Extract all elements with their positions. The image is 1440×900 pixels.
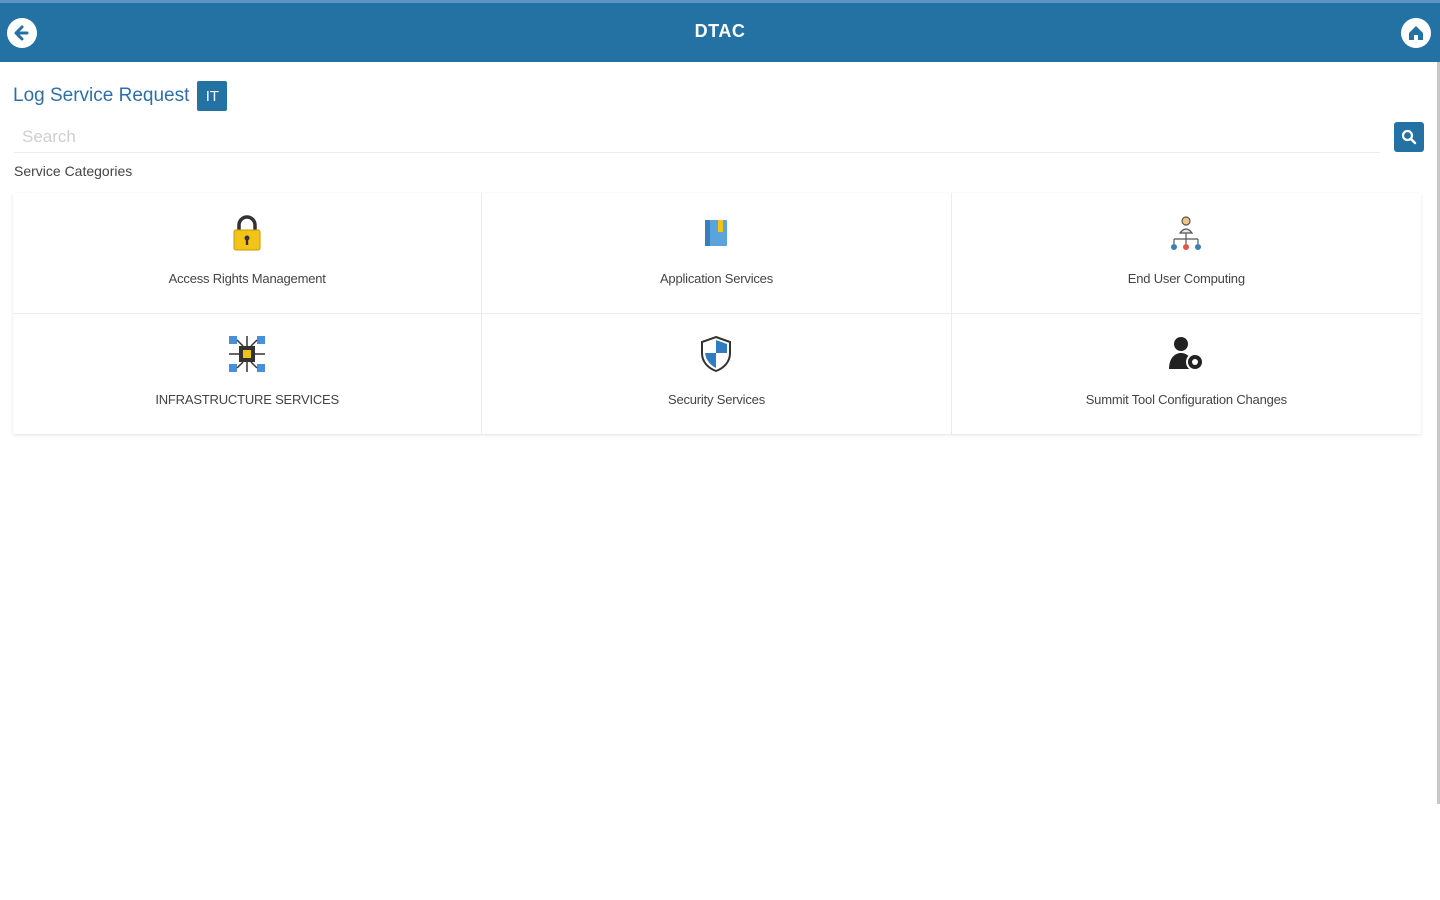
category-label: End User Computing xyxy=(1127,271,1245,286)
app-header: DTAC xyxy=(0,0,1440,62)
category-label: Security Services xyxy=(667,391,765,407)
search-input[interactable] xyxy=(14,121,1380,153)
category-access-rights-management[interactable]: Access Rights Management xyxy=(13,193,483,314)
category-infrastructure-services[interactable]: INFRASTRUCTURE SERVICES xyxy=(13,313,483,434)
shield-icon xyxy=(696,334,736,374)
home-icon xyxy=(1409,26,1423,40)
category-end-user-computing[interactable]: End User Computing xyxy=(951,193,1421,314)
user-settings-icon xyxy=(1166,334,1206,374)
category-label: Application Services xyxy=(659,271,774,286)
category-application-services[interactable]: Application Services xyxy=(482,193,952,314)
category-security-services[interactable]: Security Services xyxy=(482,313,952,434)
category-label: INFRASTRUCTURE SERVICES xyxy=(155,391,339,407)
page-title: Log Service Request xyxy=(13,85,190,106)
category-summit-tool-configuration-changes[interactable]: Summit Tool Configuration Changes xyxy=(952,314,1421,435)
search-button[interactable] xyxy=(1394,122,1424,152)
home-button[interactable] xyxy=(1401,18,1431,48)
page-header: Log Service Request IT xyxy=(13,80,228,112)
book-icon xyxy=(696,213,736,253)
circuit-chip-icon xyxy=(227,334,267,374)
section-label: Service Categories xyxy=(14,163,133,179)
padlock-icon xyxy=(227,213,267,253)
category-label: Summit Tool Configuration Changes xyxy=(1085,391,1287,407)
category-label: Access Rights Management xyxy=(168,271,326,286)
app-title: DTAC xyxy=(694,21,746,41)
it-badge[interactable]: IT xyxy=(197,81,228,111)
org-network-icon xyxy=(1166,213,1206,253)
category-grid: Access Rights Management Application Ser… xyxy=(13,193,1421,434)
search-icon xyxy=(1401,129,1417,145)
